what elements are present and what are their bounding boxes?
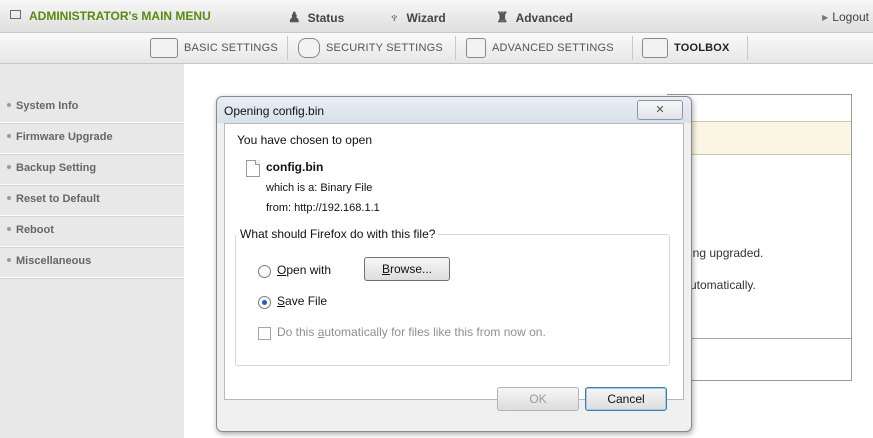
sidebar-item-system-info[interactable]: System Info [0,92,184,123]
save-file-text: ave File [285,294,328,308]
intro-text: You have chosen to open [237,133,373,147]
open-with-radio[interactable] [258,265,271,278]
bullet-icon [7,134,11,138]
security-settings-icon [298,38,320,59]
bullet-icon [7,103,11,107]
tab-basic-settings[interactable]: BASIC SETTINGS [150,33,278,63]
file-icon [246,160,260,177]
content-panel [667,94,852,381]
file-type-label: which is a: [266,182,318,194]
admin-main-menu-label: ADMINISTRATOR's MAIN MENU [29,9,211,23]
status-label: Status [307,11,345,25]
basic-settings-icon [150,38,178,59]
bullet-icon [7,196,11,200]
sidebar-item-label: Reset to Default [16,193,100,205]
file-source-label: from: [266,202,292,214]
file-source-value: http://192.168.1.1 [294,202,380,214]
advanced-icon: ♜ [496,9,509,25]
top-menu-bar: ADMINISTRATOR's MAIN MENU ♟ Status ♆ Wizar… [0,0,873,33]
tab-divider [287,36,288,60]
file-type-row: which is a: Binary File [266,182,372,194]
content-header-band [667,121,851,155]
cancel-button[interactable]: Cancel [585,387,667,411]
wizard-link[interactable]: ♆ Wizard [389,9,446,25]
arrow-right-icon: ▶ [822,13,829,22]
sidebar-item-miscellaneous[interactable]: Miscellaneous [0,247,184,278]
save-file-radio[interactable] [258,296,271,309]
close-button[interactable]: ✕ [637,100,683,120]
menu-box-icon [10,10,21,19]
tab-advanced-settings-label: ADVANCED SETTINGS [492,42,614,54]
browse-button[interactable]: Browse... [364,257,450,281]
bullet-icon [7,258,11,262]
wizard-label: Wizard [406,11,446,25]
tab-security-settings[interactable]: SECURITY SETTINGS [298,33,443,63]
sidebar-item-label: Backup Setting [16,162,97,174]
tab-toolbox-label: TOOLBOX [674,42,730,54]
sidebar-item-label: System Info [16,100,79,112]
content-text-line: utomatically. [690,278,756,292]
tab-basic-settings-label: BASIC SETTINGS [184,42,278,54]
toolbox-icon [642,38,668,59]
auto-action-post: utomatically for files like this from no… [324,325,546,339]
status-icon: ♟ [288,9,301,25]
action-question: What should Firefox do with this file? [237,227,439,241]
dialog-title: Opening config.bin [224,104,325,118]
file-type-value: Binary File [320,182,373,194]
sidebar-item-reset-to-default[interactable]: Reset to Default [0,185,184,216]
file-source-row: from: http://192.168.1.1 [266,202,380,214]
auto-action-pre: Do this [277,325,318,339]
tab-toolbox[interactable]: TOOLBOX [642,33,730,63]
auto-action-checkbox[interactable] [258,327,271,340]
save-file-label[interactable]: Save File [277,294,327,308]
content-divider [667,338,851,339]
admin-main-menu[interactable]: ADMINISTRATOR's MAIN MENU [10,9,211,23]
settings-tab-bar: BASIC SETTINGS SECURITY SETTINGS ADVANCE… [0,33,873,64]
dialog-titlebar[interactable]: Opening config.bin ✕ [217,97,691,123]
sidebar-item-backup-setting[interactable]: Backup Setting [0,154,184,185]
open-with-text: pen with [286,263,332,277]
sidebar-item-label: Miscellaneous [16,255,92,267]
sidebar-item-label: Firmware Upgrade [16,131,113,143]
tab-security-settings-label: SECURITY SETTINGS [326,42,443,54]
tab-divider [747,36,748,60]
browse-accesskey: B [381,262,390,276]
bullet-icon [7,227,11,231]
logout-link[interactable]: ▶ Logout [822,10,869,24]
open-with-label[interactable]: Open with [277,263,331,277]
tab-divider [455,36,456,60]
sidebar-item-firmware-upgrade[interactable]: Firmware Upgrade [0,123,184,154]
close-icon: ✕ [655,104,665,116]
ok-button[interactable]: OK [497,387,579,411]
sidebar-item-reboot[interactable]: Reboot [0,216,184,247]
advanced-settings-icon [466,38,486,59]
file-name: config.bin [266,160,324,174]
tab-advanced-settings[interactable]: ADVANCED SETTINGS [466,33,614,63]
open-with-accesskey: O [277,263,287,277]
content-text-line: ing upgraded. [690,246,764,260]
auto-action-label[interactable]: Do this automatically for files like thi… [277,325,546,339]
bullet-icon [7,165,11,169]
toolbox-sidebar: System Info Firmware Upgrade Backup Sett… [0,64,185,438]
logout-label: Logout [832,10,869,24]
browse-text: rowse... [390,262,433,276]
file-open-dialog: Opening config.bin ✕ You have chosen to … [216,96,692,432]
status-link[interactable]: ♟ Status [288,9,344,26]
wizard-icon: ♆ [389,9,400,25]
save-file-accesskey: S [277,294,286,308]
sidebar-item-label: Reboot [16,224,54,236]
advanced-link[interactable]: ♜ Advanced [496,9,573,26]
tab-divider [632,36,633,60]
advanced-label: Advanced [515,11,573,25]
dialog-body: You have chosen to open config.bin which… [224,123,684,400]
